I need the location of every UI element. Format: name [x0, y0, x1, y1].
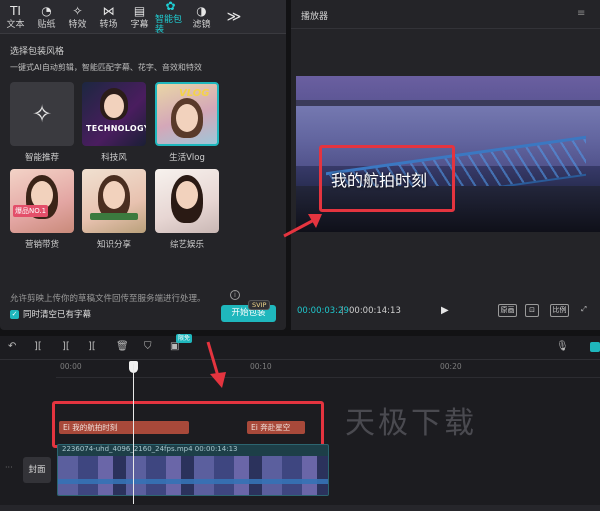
delete-icon[interactable]: 🗑 [116, 341, 129, 352]
subtitle-icon: ▤ [133, 3, 146, 18]
clear-subtitles-option[interactable]: ✓ 同时清空已有字幕 [10, 308, 91, 320]
original-quality-button[interactable]: 原画 [498, 304, 517, 317]
style-label-vlog: 生活Vlog [169, 153, 205, 163]
playhead-line[interactable] [133, 364, 134, 504]
watermark-text: 天极下载 [345, 406, 477, 441]
tab-text-label: 文本 [6, 19, 25, 30]
checkbox-checked-icon[interactable]: ✓ [10, 309, 19, 319]
toggle-icon[interactable] [590, 342, 600, 352]
split-right-icon[interactable]: ][ [88, 341, 96, 352]
horizontal-scrollbar[interactable] [0, 505, 600, 511]
sticker-icon: ◔ [41, 3, 52, 18]
style-label-smart: 智能推荐 [24, 153, 59, 163]
info-icon[interactable]: i [230, 290, 240, 300]
total-time: 00:00:14:13 [349, 306, 401, 316]
timeline-toolbar: ↶ ][ ][ ][ 🗑 ⛉ ▣ 限免 🎙 [0, 334, 600, 360]
section-subtitle: 一键式AI自动剪辑，智能匹配字幕、花字、音效和特效 [10, 63, 202, 72]
player-title: 播放器 [301, 12, 329, 22]
style-tile-knowledge[interactable] [82, 169, 146, 233]
ruler-tick: 00:10 [250, 362, 272, 371]
undo-icon[interactable]: ↶ [8, 341, 16, 352]
thumbnail-face [176, 104, 198, 132]
more-tabs-icon[interactable]: ≫ [221, 9, 247, 25]
annotation-arrow-icon [283, 214, 322, 238]
knowledge-overlay-bar [90, 213, 138, 220]
tab-transition-label: 转场 [99, 19, 118, 30]
cover-button[interactable]: 封面 [23, 457, 51, 483]
transition-icon: ⋈ [102, 3, 115, 18]
tech-overlay-text: TECHNOLOGY [86, 124, 146, 133]
sell-overlay-text: 爆品NO.1 [13, 205, 49, 217]
style-label-tech: 科技风 [101, 153, 127, 163]
thumbnail-face [104, 94, 124, 118]
tab-subtitle[interactable]: ▤ 字幕 [124, 0, 155, 34]
thumbnail-bridge [58, 479, 328, 484]
tab-filter-label: 滤镜 [192, 19, 211, 30]
style-tile-smart[interactable]: ✧ [10, 82, 74, 146]
sparkle-icon: ✧ [31, 100, 53, 128]
video-clip[interactable]: 2236074-uhd_4096_2160_24fps.mp4 00:00:14… [57, 444, 329, 496]
thumbnail-face [176, 181, 198, 209]
caption-track-highlight-box [52, 401, 324, 448]
style-tile-variety[interactable] [155, 169, 219, 233]
clear-subtitles-label: 同时清空已有字幕 [23, 310, 92, 320]
preview-subtitle[interactable]: 我的航拍时刻 [331, 167, 427, 191]
split-left-icon[interactable]: ][ [62, 341, 70, 352]
ruler-tick: 00:20 [440, 362, 462, 371]
editor-window: TI 文本 ◔ 贴纸 ✧ 特效 ⋈ 转场 ▤ 字幕 ✿ 智能包装 ◑ 滤镜 ≫ … [0, 0, 600, 511]
ruler-tick: 00:00 [60, 362, 82, 371]
tab-effects-label: 特效 [68, 19, 87, 30]
tab-filter[interactable]: ◑ 滤镜 [186, 0, 217, 34]
track-options-icon[interactable]: ··· [5, 463, 13, 472]
screenshot-icon[interactable]: ⊡ [525, 304, 539, 317]
svip-badge: SVIP [248, 300, 271, 310]
aspect-ratio-button[interactable]: 比例 [550, 304, 569, 317]
video-clip-name: 2236074-uhd_4096_2160_24fps.mp4 00:00:14… [62, 445, 238, 453]
asset-toolbar: TI 文本 ◔ 贴纸 ✧ 特效 ⋈ 转场 ▤ 字幕 ✿ 智能包装 ◑ 滤镜 ≫ [0, 0, 286, 35]
split-icon[interactable]: ][ [34, 341, 42, 352]
style-label-sell: 营销带货 [24, 240, 59, 250]
menu-icon[interactable]: ≡ [577, 8, 585, 19]
tab-sticker-label: 贴纸 [37, 19, 56, 30]
play-icon[interactable]: ▶ [441, 305, 449, 316]
shield-icon[interactable]: ⛉ [144, 341, 152, 352]
smart-pack-icon: ✿ [165, 0, 176, 13]
section-title: 选择包装风格 [10, 47, 65, 57]
style-label-variety: 综艺娱乐 [169, 240, 204, 250]
style-tile-sell[interactable]: 爆品NO.1 [10, 169, 74, 233]
thumbnail-face [103, 181, 125, 209]
tab-smart-pack[interactable]: ✿ 智能包装 [155, 0, 186, 35]
effects-icon: ✧ [72, 3, 83, 18]
time-separator: | [341, 306, 344, 316]
style-tile-tech[interactable]: TECHNOLOGY [82, 82, 146, 146]
style-tile-vlog[interactable]: VLOG [155, 82, 219, 146]
free-badge: 限免 [176, 334, 193, 343]
vlog-overlay-text: VLOG [179, 88, 210, 99]
tab-text[interactable]: TI 文本 [0, 0, 31, 34]
tab-sticker[interactable]: ◔ 贴纸 [31, 0, 62, 34]
fullscreen-icon[interactable]: ⤢ [577, 304, 591, 317]
microphone-icon[interactable]: 🎙 [556, 341, 569, 352]
upload-notice: 允许剪映上传你的草稿文件回传至服务端进行处理。 [10, 294, 206, 304]
style-label-knowledge: 知识分享 [96, 240, 131, 250]
video-thumbnails [58, 456, 328, 495]
filter-icon: ◑ [196, 3, 207, 18]
smart-pack-panel: TI 文本 ◔ 贴纸 ✧ 特效 ⋈ 转场 ▤ 字幕 ✿ 智能包装 ◑ 滤镜 ≫ … [0, 0, 286, 330]
annotation-arrow-icon [206, 341, 226, 388]
tab-effects[interactable]: ✧ 特效 [62, 0, 93, 34]
tab-transition[interactable]: ⋈ 转场 [93, 0, 124, 34]
divider [291, 28, 600, 29]
tab-subtitle-label: 字幕 [130, 19, 149, 30]
tab-smart-pack-label: 智能包装 [155, 14, 183, 35]
text-icon: TI [10, 3, 21, 18]
preview-far-bridge [296, 100, 600, 106]
